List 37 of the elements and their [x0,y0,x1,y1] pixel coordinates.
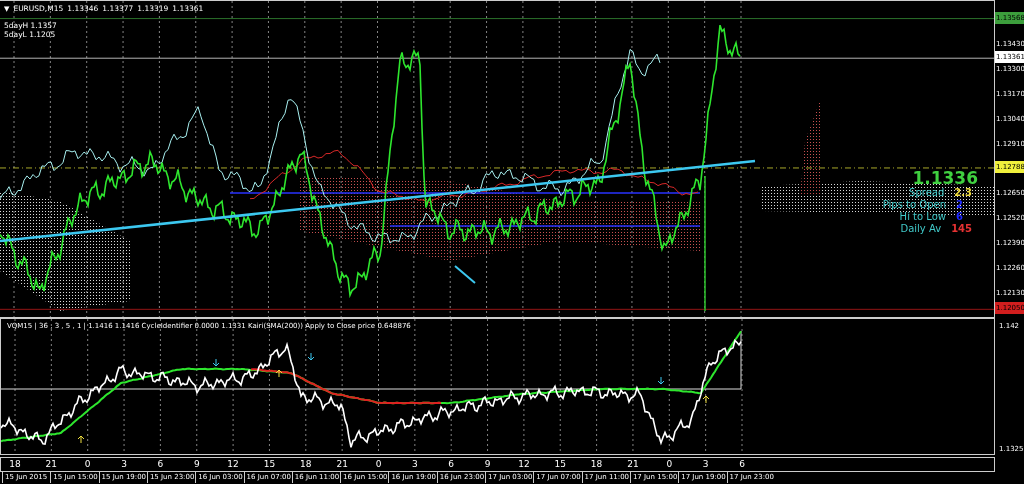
trend-line [454,265,476,284]
info-value: 145 [951,223,972,235]
hour-label: 21 [627,459,639,469]
down-arrow-icon [657,376,665,385]
hour-label: 21 [45,459,58,469]
hour-label: 18 [300,459,312,469]
info-label: Daily Av [900,223,942,235]
hour-label: 21 [336,459,348,469]
hour-label: 18 [9,459,21,469]
info-value: 2.3 [954,187,972,199]
hour-label: 3 [412,459,418,469]
current-price: 1.1336 [912,169,978,187]
down-arrow-icon [212,358,220,367]
hour-label: 12 [518,459,530,469]
hour-label: 9 [484,459,491,469]
hour-label: 3 [702,459,709,469]
hour-label: 18 [590,459,603,469]
hour-label: 15 [554,459,566,469]
hour-label: 15 [263,459,276,469]
hour-label: 3 [121,459,127,469]
hour-label: 0 [84,459,91,469]
hour-label: 6 [157,459,164,469]
down-arrow-icon [307,352,315,361]
hour-label: 0 [666,459,673,469]
info-label: Pips to Open [882,199,946,211]
up-arrow-icon [77,435,85,444]
hour-label: 9 [193,459,200,469]
hour-label: 6 [448,459,455,469]
info-value: 6 [956,211,964,223]
hour-label: 6 [739,459,745,469]
info-value: 2 [956,199,964,211]
up-arrow-icon [702,395,710,404]
up-arrow-icon [275,369,283,378]
info-label: Hi to Low [899,211,946,223]
hour-label: 0 [375,459,382,469]
hour-label: 12 [227,459,239,469]
info-label: Spread [909,187,945,199]
